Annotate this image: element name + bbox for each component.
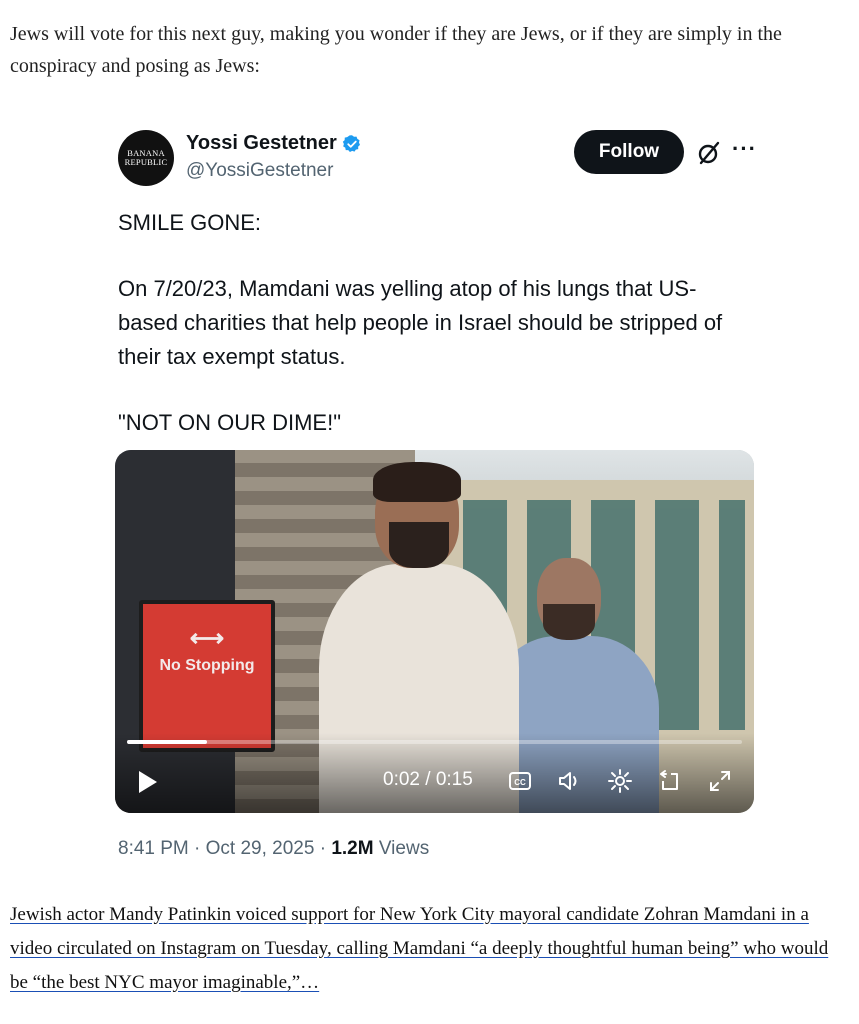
tweet-paragraph-1: SMILE GONE: xyxy=(118,210,262,235)
author-name-row: Yossi Gestetner xyxy=(186,132,362,155)
avatar-line-2: REPUBLIC xyxy=(124,157,168,167)
intro-paragraph: Jews will vote for this next guy, making… xyxy=(10,23,782,77)
share-icon[interactable] xyxy=(657,768,683,794)
article-excerpt: Jewish actor Mandy Patinkin voiced suppo… xyxy=(10,898,850,1000)
more-icon[interactable]: ··· xyxy=(732,136,757,162)
sign-text: No Stopping xyxy=(159,657,255,674)
play-icon[interactable] xyxy=(133,768,161,796)
verified-badge-icon xyxy=(342,134,360,152)
volume-icon[interactable] xyxy=(556,768,582,794)
avatar[interactable]: BANANA REPUBLIC xyxy=(118,130,174,186)
tweet-body: SMILE GONE: On 7/20/23, Mamdani was yell… xyxy=(118,206,758,440)
video-progress-bar[interactable] xyxy=(127,740,742,744)
no-stopping-sign: ⟷ No Stopping xyxy=(139,600,275,752)
tweet-meta: 8:41 PM · Oct 29, 2025 · 1.2M Views xyxy=(118,838,429,860)
svg-text:CC: CC xyxy=(514,778,526,787)
article-link[interactable]: Jewish actor Mandy Patinkin voiced suppo… xyxy=(10,904,828,993)
video-player[interactable]: ⟷ No Stopping 0:02 / 0:15 CC xyxy=(115,450,754,813)
author-handle[interactable]: @YossiGestetner xyxy=(186,160,333,182)
tweet-timestamp[interactable]: 8:41 PM · Oct 29, 2025 · xyxy=(118,838,331,859)
settings-icon[interactable] xyxy=(607,768,633,794)
tweet-paragraph-3: "NOT ON OUR DIME!" xyxy=(118,410,341,435)
grok-icon[interactable] xyxy=(696,140,722,166)
views-label: Views xyxy=(373,838,430,859)
views-count: 1.2M xyxy=(331,838,374,859)
captions-icon[interactable]: CC xyxy=(507,768,533,794)
fullscreen-icon[interactable] xyxy=(707,768,733,794)
sign-arrow: ⟷ xyxy=(189,625,225,652)
follow-button[interactable]: Follow xyxy=(574,130,684,174)
author-display-name[interactable]: Yossi Gestetner xyxy=(186,132,337,155)
video-progress-fill xyxy=(127,740,207,744)
tweet-paragraph-2: On 7/20/23, Mamdani was yelling atop of … xyxy=(118,276,729,369)
video-timecode: 0:02 / 0:15 xyxy=(383,769,473,790)
